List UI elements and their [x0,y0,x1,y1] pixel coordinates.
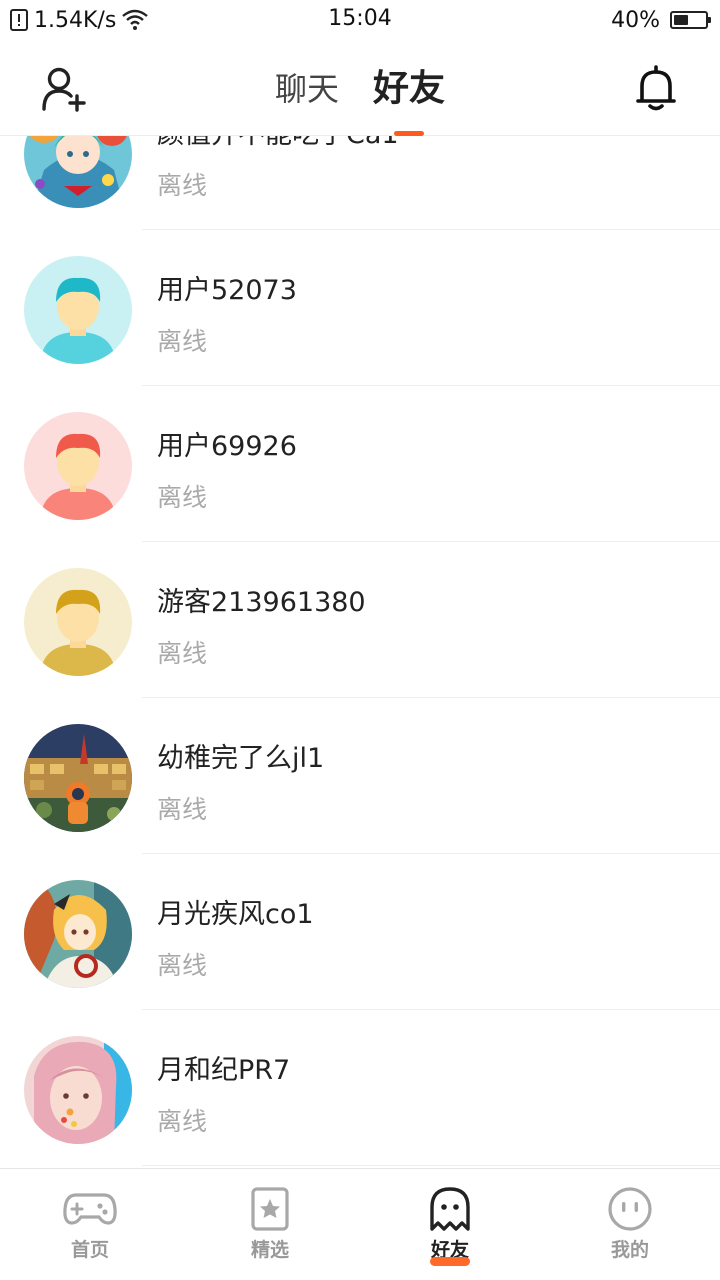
avatar [24,568,132,676]
nav-me[interactable]: 我的 [540,1169,720,1280]
friend-name: 月和纪PR7 [157,1055,291,1086]
avatar [24,256,132,364]
friend-list-item[interactable]: 月和纪PR7 离线 [0,1010,720,1166]
friend-name: 用户52073 [157,275,297,306]
friend-status: 离线 [157,951,208,980]
nav-me-label: 我的 [610,1239,649,1261]
friend-list[interactable]: 颜值并不能吃了Ca1 离线 用户52073 离线 [0,74,720,1168]
friend-list-item[interactable]: 月光疾风co1 离线 [0,854,720,1010]
friend-name: 月光疾风co1 [157,899,314,930]
friend-name: 游客213961380 [157,587,366,618]
friend-status: 离线 [157,795,208,824]
friend-list-item[interactable]: 幼稚完了么jl1 离线 [0,698,720,854]
gamepad-icon [63,1193,117,1225]
friend-list-item[interactable]: 游客213961380 离线 [0,542,720,698]
avatar [24,724,132,832]
battery-icon [670,11,711,29]
nav-home[interactable]: 首页 [0,1169,180,1280]
friend-status: 离线 [157,639,208,668]
friend-status: 离线 [157,171,208,200]
top-header: 聊天 好友 [0,40,720,136]
active-tab-indicator [394,131,424,136]
friend-name: 用户69926 [157,431,297,462]
nav-home-label: 首页 [70,1239,109,1261]
divider [142,1165,720,1166]
friend-name: 幼稚完了么jl1 [157,743,325,774]
avatar [24,1036,132,1144]
battery-percent: 40% [611,7,660,33]
star-card-icon [251,1187,289,1231]
ghost-icon [430,1187,470,1231]
tab-friends[interactable]: 好友 [373,66,446,136]
friend-list-item[interactable]: 用户69926 离线 [0,386,720,542]
nav-active-indicator [430,1257,470,1266]
nav-friends[interactable]: 好友 [360,1169,540,1280]
friend-list-item[interactable]: 用户52073 离线 [0,230,720,386]
tab-chat[interactable]: 聊天 [275,66,339,116]
tab-chat-label: 聊天 [274,70,339,108]
friend-status: 离线 [157,483,208,512]
battery-level [674,15,688,25]
notification-button[interactable] [634,64,678,112]
top-tabs: 聊天 好友 [0,66,720,136]
friend-status: 离线 [157,327,208,356]
nav-featured-label: 精选 [250,1239,289,1261]
bell-icon [636,65,676,111]
nav-featured[interactable]: 精选 [180,1169,360,1280]
face-icon [608,1187,652,1231]
bottom-nav: 首页 精选 好友 我的 [0,1168,720,1280]
tab-friends-label: 好友 [373,68,446,109]
avatar [24,880,132,988]
status-right: 40% [611,6,711,34]
friend-status: 离线 [157,1107,208,1136]
status-bar: 1.54K/s 15:04 40% [0,0,720,40]
avatar [24,412,132,520]
